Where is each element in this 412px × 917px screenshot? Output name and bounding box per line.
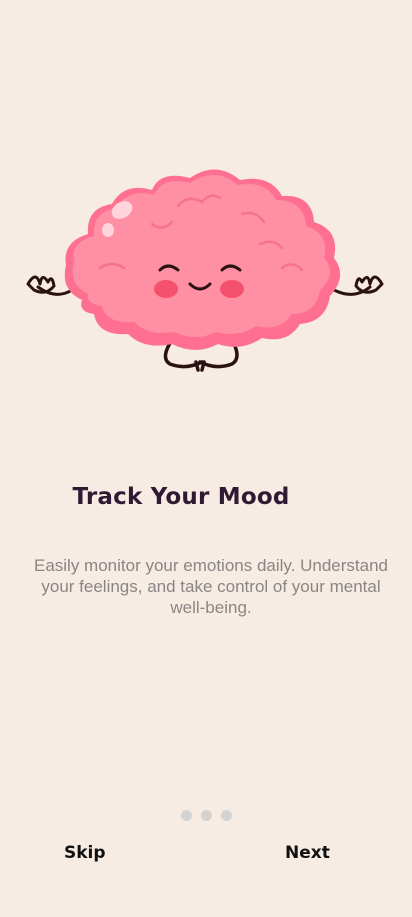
page-dot[interactable] xyxy=(200,810,212,821)
page-dot[interactable] xyxy=(220,810,232,821)
onboarding-title: Track Your Mood xyxy=(72,484,290,510)
onboarding-description: Easily monitor your emotions daily. Unde… xyxy=(33,556,388,617)
page-dot[interactable] xyxy=(180,810,192,821)
meditating-brain-illustration xyxy=(26,169,384,372)
next-button[interactable]: Next xyxy=(285,843,330,863)
right-cheek xyxy=(220,280,244,298)
skip-button[interactable]: Skip xyxy=(64,843,106,863)
left-cheek xyxy=(154,280,178,298)
page-indicator xyxy=(0,810,412,821)
right-hand xyxy=(354,275,384,294)
